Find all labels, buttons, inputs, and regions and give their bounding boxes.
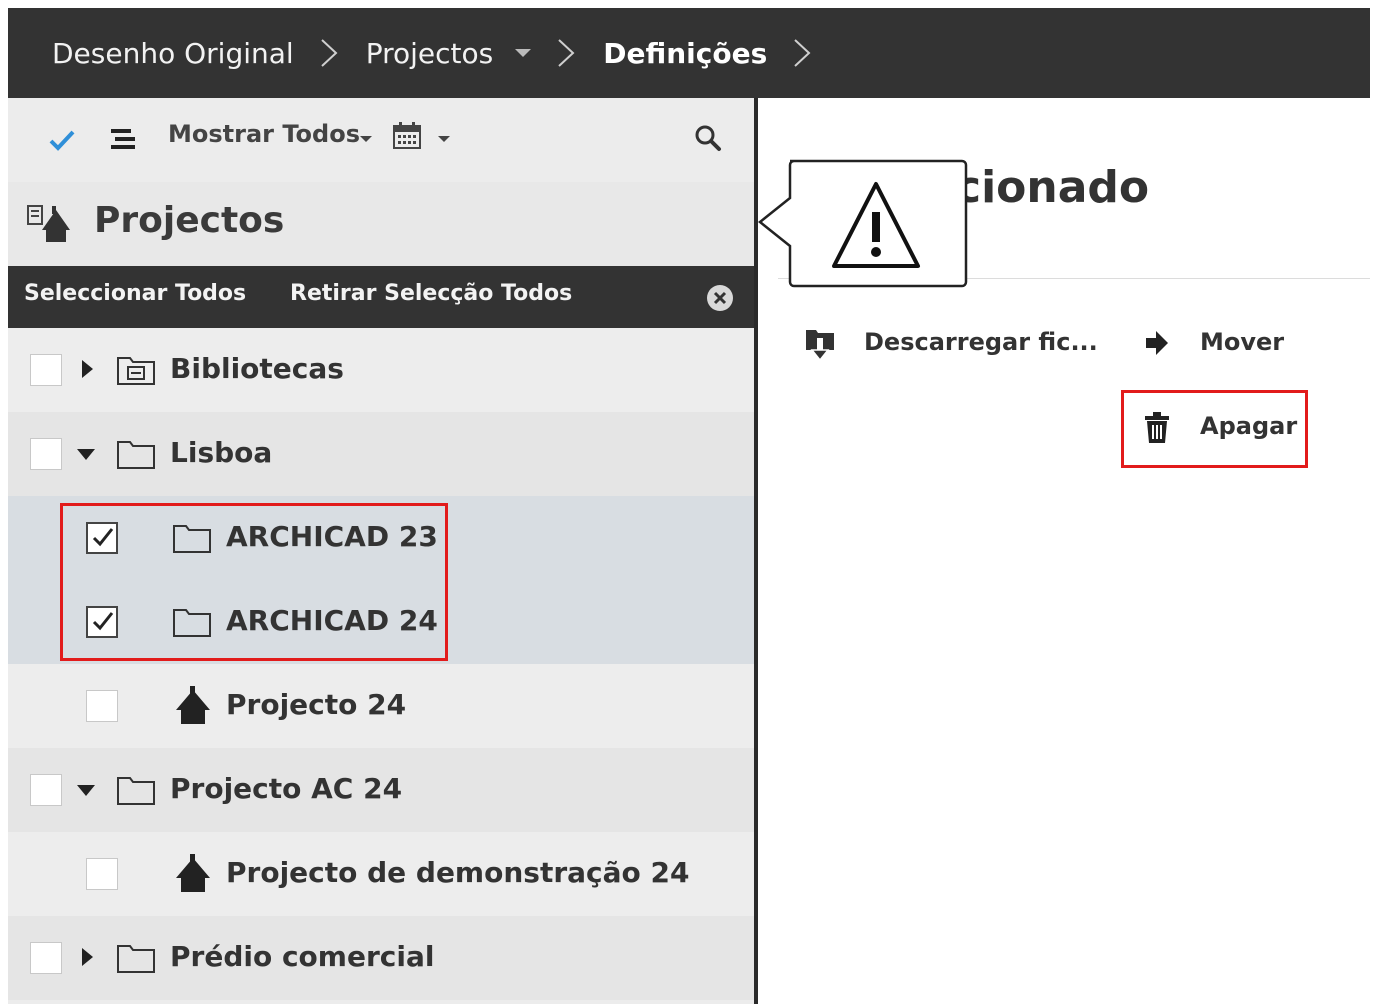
warning-tooltip [758, 159, 968, 288]
collapse-arrow-icon[interactable] [77, 785, 95, 796]
tree-row-predio-comercial[interactable]: Prédio comercial [8, 916, 754, 1000]
breadcrumb-item-projectos[interactable]: Projectos [366, 37, 532, 70]
caret-down-icon [360, 136, 372, 142]
row-label: Projecto AC 24 [170, 772, 403, 805]
selection-highlight-box [60, 503, 448, 661]
caret-down-icon [438, 136, 450, 142]
library-folder-icon [117, 357, 155, 385]
project-icon [176, 854, 210, 892]
folder-icon [117, 945, 155, 973]
close-icon[interactable] [706, 284, 734, 312]
folder-icon [117, 777, 155, 805]
arrow-right-icon [1146, 331, 1168, 355]
breadcrumb-item-label: Projectos [365, 36, 494, 70]
expand-arrow-icon[interactable] [82, 948, 93, 966]
details-title: cionado [955, 162, 1150, 213]
panel-title: Projectos [94, 200, 285, 241]
tree-row-lisboa[interactable]: Lisboa [8, 412, 754, 496]
row-checkbox[interactable] [86, 858, 118, 890]
checkmark-icon[interactable] [48, 128, 76, 152]
tree-row-bibliotecas[interactable]: Bibliotecas [8, 328, 754, 412]
projects-icon [27, 205, 70, 242]
caret-down-icon [515, 49, 532, 57]
action-label: Mover [1200, 328, 1285, 356]
breadcrumb-item-definicoes[interactable]: Definições [603, 37, 767, 70]
row-label: Lisboa [170, 436, 273, 469]
row-checkbox[interactable] [30, 942, 62, 974]
chevron-right-icon [558, 39, 575, 67]
row-label: Projecto 24 [226, 688, 407, 721]
tree-row-projecto-ac-24[interactable]: Projecto AC 24 [8, 748, 754, 832]
action-label: Descarregar fic... [864, 328, 1098, 356]
folder-icon [117, 441, 155, 469]
row-label: Projecto de demonstração 24 [226, 856, 690, 889]
row-checkbox[interactable] [30, 354, 62, 386]
list-view-icon[interactable] [108, 126, 138, 152]
deselect-all-button[interactable]: Retirar Selecção Todos [290, 281, 572, 306]
chevron-right-icon [794, 39, 811, 67]
chevron-right-icon [321, 39, 338, 67]
filter-dropdown[interactable]: Mostrar Todos [168, 120, 360, 148]
download-icon [806, 330, 834, 362]
tree-row-projecto-24[interactable]: Projecto 24 [8, 664, 754, 748]
breadcrumb-item-desenho-original[interactable]: Desenho Original [52, 37, 294, 70]
tree-row-projecto-demonstracao-24[interactable]: Projecto de demonstração 24 [8, 832, 754, 916]
calendar-icon[interactable] [392, 122, 422, 150]
row-checkbox[interactable] [86, 690, 118, 722]
row-label: Bibliotecas [170, 352, 344, 385]
collapse-arrow-icon[interactable] [77, 449, 95, 460]
search-icon[interactable] [694, 124, 722, 152]
selection-bar: Seleccionar Todos Retirar Selecção Todos [8, 266, 754, 328]
row-checkbox[interactable] [30, 438, 62, 470]
expand-arrow-icon[interactable] [82, 360, 93, 378]
row-label: Prédio comercial [170, 940, 435, 973]
project-icon [176, 686, 210, 724]
delete-highlight-box [1121, 390, 1308, 468]
panel-toolbar: Mostrar Todos [8, 98, 754, 182]
row-checkbox[interactable] [30, 774, 62, 806]
select-all-button[interactable]: Seleccionar Todos [24, 281, 246, 306]
breadcrumb: Desenho Original Projectos Definições [8, 8, 1370, 98]
